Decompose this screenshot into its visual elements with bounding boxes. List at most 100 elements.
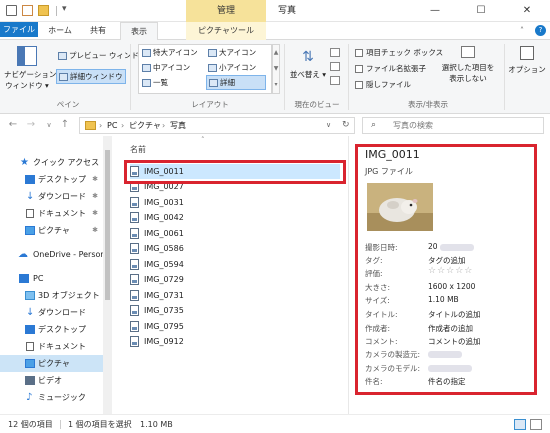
- customize-quick-access-icon[interactable]: ▾: [62, 4, 67, 14]
- title-bar: ▾ 管理 写真 — ☐ ✕: [0, 0, 550, 22]
- options-button[interactable]: オプション: [508, 46, 546, 96]
- file-row[interactable]: IMG_0731: [130, 288, 340, 303]
- breadcrumb-pictures[interactable]: ピクチャ: [129, 118, 161, 133]
- properties-icon[interactable]: [22, 5, 33, 16]
- back-button[interactable]: ←: [6, 118, 20, 132]
- details-pane-button[interactable]: 詳細ウィンドウ: [56, 69, 126, 84]
- nav-documents-pc[interactable]: ドキュメント: [0, 338, 103, 355]
- group-by-icon[interactable]: [330, 48, 340, 57]
- refresh-icon[interactable]: ↻: [342, 118, 350, 133]
- nav-downloads[interactable]: ↓ ダウンロード ✱: [0, 188, 103, 205]
- layout-medium-icons[interactable]: 中アイコン: [142, 62, 190, 73]
- tab-picture-tools[interactable]: ピクチャツール: [186, 22, 266, 40]
- address-dropdown-icon[interactable]: ∨: [326, 118, 331, 133]
- pin-icon[interactable]: ✱: [92, 188, 98, 205]
- help-icon[interactable]: ?: [535, 25, 546, 36]
- column-header-name[interactable]: 名前: [130, 144, 146, 155]
- layout-small-icons[interactable]: 小アイコン: [208, 62, 256, 73]
- size-columns-icon[interactable]: [330, 76, 340, 85]
- nav-label: ドキュメント: [38, 209, 86, 218]
- file-extensions-checkbox[interactable]: [355, 65, 363, 73]
- options-icon: [520, 46, 534, 60]
- pin-icon[interactable]: ✱: [92, 205, 98, 222]
- nav-music[interactable]: ♪ ミュージック: [0, 389, 103, 406]
- file-row[interactable]: IMG_0586: [130, 241, 340, 256]
- nav-3d-objects[interactable]: 3D オブジェクト: [0, 287, 103, 304]
- pin-icon[interactable]: ✱: [92, 171, 98, 188]
- new-folder-icon[interactable]: [38, 5, 49, 16]
- item-checkboxes-toggle[interactable]: 項目チェック ボックス: [355, 47, 443, 58]
- hide-selected-button[interactable]: 選択した項目を 表示しない: [438, 46, 498, 96]
- nav-pictures-pc[interactable]: ピクチャ: [0, 355, 103, 372]
- sort-label: 並べ替え ▾: [289, 70, 327, 79]
- recent-locations-button[interactable]: ∨: [42, 118, 56, 132]
- image-file-icon: [130, 228, 139, 239]
- file-row[interactable]: IMG_0031: [130, 195, 340, 210]
- layout-details[interactable]: 詳細: [206, 75, 266, 90]
- nav-label: ピクチャ: [38, 226, 70, 235]
- file-row[interactable]: IMG_0042: [130, 210, 340, 225]
- navigation-scrollbar[interactable]: [103, 136, 112, 414]
- image-file-icon: [130, 274, 139, 285]
- hide-selected-label: 選択した項目を: [441, 63, 495, 72]
- tab-share[interactable]: 共有: [82, 22, 114, 40]
- nav-desktop-pc[interactable]: デスクトップ: [0, 321, 103, 338]
- tab-view[interactable]: 表示: [120, 22, 158, 41]
- nav-videos[interactable]: ビデオ: [0, 372, 103, 389]
- preview-pane-button[interactable]: プレビュー ウィンドウ: [58, 50, 146, 61]
- minimize-button[interactable]: —: [412, 0, 458, 22]
- image-file-icon: [130, 212, 139, 223]
- forward-button[interactable]: →: [24, 118, 38, 132]
- navigation-pane-button[interactable]: ナビゲーション ウィンドウ ▾: [4, 44, 56, 96]
- close-button[interactable]: ✕: [504, 0, 550, 22]
- collapse-ribbon-icon[interactable]: ˄: [520, 26, 524, 35]
- file-row[interactable]: IMG_0061: [130, 226, 340, 241]
- search-box[interactable]: ⌕ 写真の検索: [362, 117, 544, 134]
- hidden-items-toggle[interactable]: 隠しファイル: [355, 79, 411, 90]
- file-row[interactable]: IMG_0594: [130, 257, 340, 272]
- layout-gallery-scroll[interactable]: ▲ ▼ ▾: [272, 44, 280, 94]
- file-row[interactable]: IMG_0912: [130, 334, 340, 349]
- nav-label: ミュージック: [38, 393, 86, 402]
- file-extensions-toggle[interactable]: ファイル名拡張子: [355, 63, 426, 74]
- layout-list[interactable]: 一覧: [142, 77, 168, 88]
- ribbon-separator: [504, 44, 505, 110]
- image-file-icon: [130, 197, 139, 208]
- scroll-thumb[interactable]: [105, 150, 110, 300]
- layout-large-icons[interactable]: 大アイコン: [208, 47, 256, 58]
- nav-pc[interactable]: PC: [0, 270, 103, 287]
- nav-downloads-pc[interactable]: ↓ ダウンロード: [0, 304, 103, 321]
- file-row[interactable]: IMG_0735: [130, 303, 340, 318]
- item-checkboxes-checkbox[interactable]: [355, 49, 363, 57]
- file-row[interactable]: IMG_0729: [130, 272, 340, 287]
- nav-quick-access[interactable]: ★ クイック アクセス: [0, 154, 103, 171]
- details-view-button[interactable]: [514, 419, 526, 430]
- nav-pictures-quick[interactable]: ピクチャ ✱: [0, 222, 103, 239]
- add-columns-icon[interactable]: [330, 62, 340, 71]
- tab-home[interactable]: ホーム: [42, 22, 78, 40]
- large-icons-view-button[interactable]: [530, 419, 542, 430]
- up-button[interactable]: ↑: [58, 118, 72, 132]
- breadcrumb-pc[interactable]: PC: [107, 118, 117, 133]
- layout-extra-large-icons[interactable]: 特大アイコン: [142, 47, 198, 58]
- nav-documents[interactable]: ドキュメント ✱: [0, 205, 103, 222]
- maximize-button[interactable]: ☐: [458, 0, 504, 22]
- hidden-items-checkbox[interactable]: [355, 81, 363, 89]
- nav-desktop[interactable]: デスクトップ ✱: [0, 171, 103, 188]
- pin-icon[interactable]: ✱: [92, 222, 98, 239]
- video-icon: [25, 376, 35, 385]
- show-hide-group-label: 表示/非表示: [407, 100, 449, 109]
- search-input[interactable]: 写真の検索: [393, 118, 433, 133]
- file-row[interactable]: IMG_0795: [130, 319, 340, 334]
- address-bar[interactable]: › PC › ピクチャ › 写真 ∨ ↻: [79, 117, 355, 134]
- quick-access-separator: [56, 6, 57, 16]
- search-icon: ⌕: [371, 120, 377, 130]
- list-icon: [142, 79, 151, 87]
- breadcrumb-photos[interactable]: 写真: [170, 118, 186, 133]
- document-icon: [26, 209, 34, 218]
- file-name: IMG_0061: [144, 229, 184, 238]
- sort-button[interactable]: ⇅ 並べ替え ▾: [288, 44, 328, 94]
- nav-label: デスクトップ: [38, 325, 86, 334]
- nav-onedrive[interactable]: ☁ OneDrive - Persor: [0, 246, 103, 263]
- tab-file[interactable]: ファイル: [0, 22, 38, 37]
